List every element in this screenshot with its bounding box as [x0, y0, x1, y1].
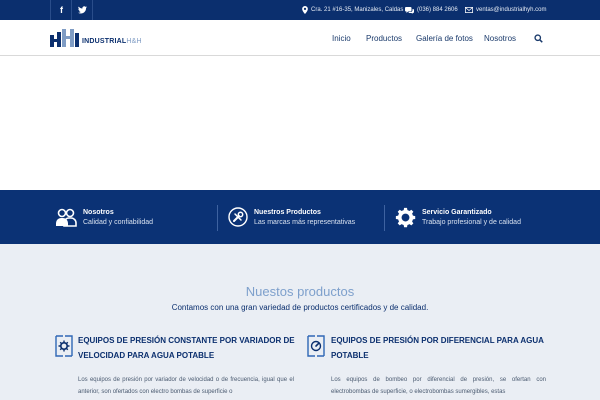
- feature-title: Nosotros: [83, 208, 114, 216]
- email-text[interactable]: ventas@industrialhyh.com: [476, 7, 546, 13]
- logo-suffix: H&H: [126, 37, 142, 45]
- logo-mark: [50, 29, 79, 47]
- hero-slider: [0, 57, 600, 190]
- feature-title: Nuestros Productos: [254, 208, 321, 216]
- feature-productos[interactable]: Nuestros Productos Las marcas más repres…: [228, 190, 355, 244]
- facebook-icon: f: [60, 5, 63, 15]
- address-text: Cra. 21 #16-35, Manizales, Caldas: [311, 7, 404, 13]
- nav-item-inicio[interactable]: Inicio: [332, 20, 351, 56]
- twitter-link[interactable]: [71, 0, 93, 20]
- phone-text[interactable]: (036) 884 2606: [417, 7, 458, 13]
- section-title: Nuestos productos: [245, 284, 355, 299]
- top-bar: f Cra. 21 #16-35, Manizales, Caldas (036…: [0, 0, 600, 20]
- product-card-title[interactable]: EQUIPOS DE PRESIÓN POR DIFERENCIAL PARA …: [331, 333, 546, 363]
- feature-subtitle: Calidad y confiabilidad: [83, 218, 154, 226]
- feature-nosotros[interactable]: Nosotros Calidad y confiabilidad: [55, 190, 153, 244]
- nav-item-productos[interactable]: Productos: [366, 20, 402, 56]
- facebook-link[interactable]: f: [50, 0, 72, 20]
- twitter-icon: [77, 6, 87, 14]
- search-button[interactable]: [534, 20, 543, 56]
- envelope-icon: [465, 7, 473, 13]
- pressure-gauge-icon: [307, 335, 325, 357]
- logo-text: INDUSTRIALH&H: [82, 38, 142, 45]
- feature-subtitle: Trabajo profesional y de calidad: [422, 218, 521, 226]
- product-card-title[interactable]: EQUIPOS DE PRESIÓN CONSTANTE POR VARIADO…: [78, 333, 298, 363]
- search-icon: [534, 33, 543, 43]
- gear-icon: [395, 207, 416, 227]
- chat-icon: [405, 6, 414, 14]
- site-header: INDUSTRIALH&H Inicio Productos Galería d…: [0, 20, 600, 56]
- address-info: Cra. 21 #16-35, Manizales, Caldas: [302, 0, 403, 20]
- product-card-text: Los equipos de presión por variador de v…: [78, 377, 294, 395]
- pressure-gear-icon: [55, 335, 73, 357]
- section-subtitle: Contamos con una gran variedad de produc…: [171, 303, 429, 312]
- feature-title: Servicio Garantizado: [422, 208, 492, 216]
- tools-icon: [228, 207, 248, 227]
- nav-item-galeria[interactable]: Galería de fotos: [416, 20, 473, 56]
- location-pin-icon: [302, 6, 308, 14]
- feature-divider: [217, 205, 218, 231]
- phone-info: (036) 884 2606: [405, 0, 458, 20]
- users-icon: [56, 208, 77, 227]
- site-logo[interactable]: INDUSTRIALH&H: [50, 28, 142, 48]
- nav-item-nosotros[interactable]: Nosotros: [484, 20, 516, 56]
- feature-subtitle: Las marcas más representativas: [254, 218, 356, 226]
- feature-divider: [384, 205, 385, 231]
- product-card-text: Los equipos de bombeo por diferencial de…: [331, 377, 546, 395]
- logo-brand: INDUSTRIAL: [82, 37, 127, 45]
- feature-servicio[interactable]: Servicio Garantizado Trabajo profesional…: [395, 190, 521, 244]
- email-info: ventas@industrialhyh.com: [465, 0, 546, 20]
